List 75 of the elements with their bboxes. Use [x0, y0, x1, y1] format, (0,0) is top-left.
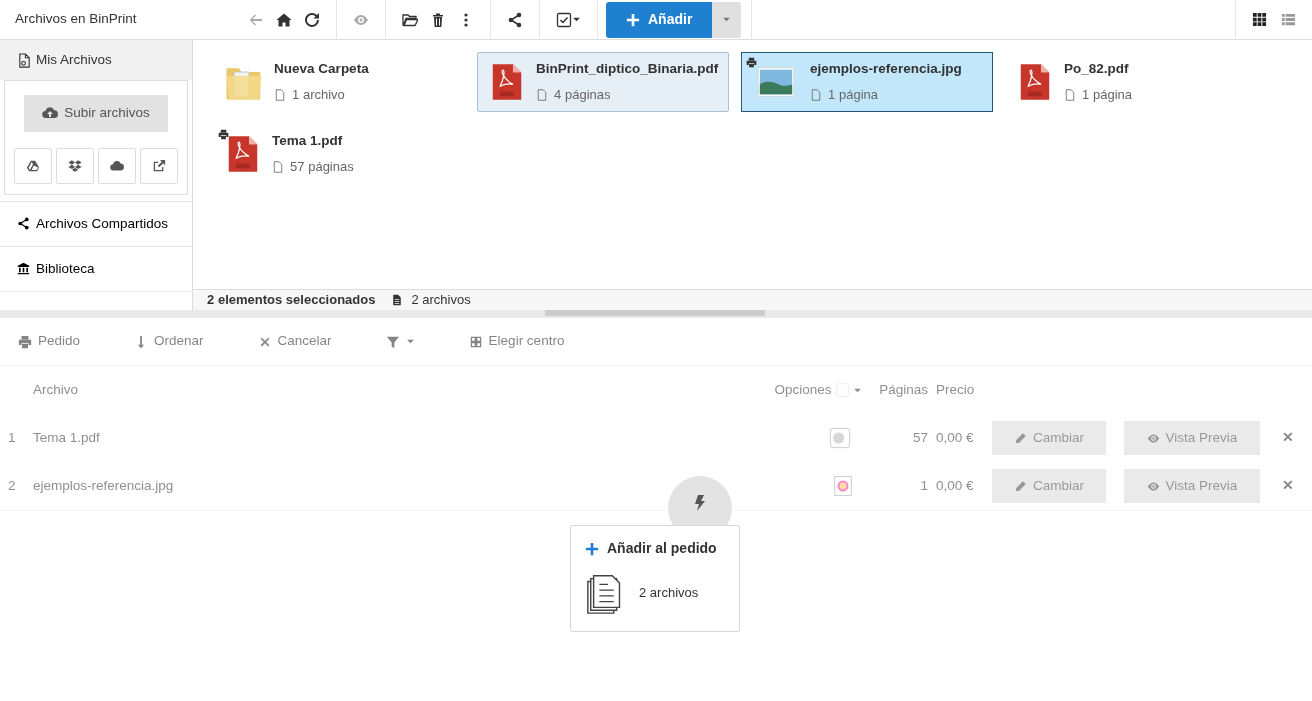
pencil-icon — [1014, 479, 1027, 493]
selection-count: 2 elementos seleccionados — [207, 291, 376, 310]
dropbox-icon — [68, 158, 83, 173]
triangle-icon — [26, 158, 41, 173]
file-name: ejemplos-referencia.jpg — [33, 476, 175, 495]
page-icon — [536, 88, 549, 103]
trash-icon — [430, 11, 446, 28]
checkbox-icon — [556, 11, 572, 28]
file-name: ejemplos-referencia.jpg — [810, 60, 962, 79]
file-item[interactable]: BinPrint_diptico_Binaria.pdf 4 páginas — [477, 52, 730, 112]
share-icon — [17, 217, 30, 231]
column-header: Opciones — [774, 380, 832, 399]
cloud-icon — [110, 158, 125, 173]
color-print-icon — [832, 473, 854, 499]
eye-icon — [1146, 479, 1160, 493]
folder-icon — [402, 11, 418, 28]
file-item[interactable]: Tema 1.pdf 57 páginas — [213, 124, 466, 184]
column-header: Precio — [936, 380, 976, 399]
scrollbar-thumb[interactable] — [545, 310, 765, 316]
file-item[interactable]: ejemplos-referencia.jpg 1 página — [741, 52, 994, 112]
upload-button[interactable]: Subir archivos — [24, 95, 168, 132]
page-count: 1 página — [1082, 86, 1132, 105]
home-icon — [276, 11, 292, 28]
document-icon — [391, 293, 404, 307]
list-icon — [1281, 12, 1296, 27]
file-name: Tema 1.pdf — [33, 428, 101, 447]
refresh-icon — [304, 11, 320, 28]
page-icon — [272, 160, 285, 175]
page-count: 1 archivo — [292, 86, 345, 105]
eye-icon — [1146, 431, 1160, 445]
file-name: Tema 1.pdf — [272, 132, 344, 151]
printer-icon — [18, 334, 32, 349]
page-count: 57 — [911, 428, 929, 447]
page-count: 57 páginas — [290, 158, 354, 177]
column-header: Archivo — [33, 380, 79, 399]
caret-icon — [405, 337, 415, 346]
files-icon — [17, 52, 32, 68]
page-count: 4 páginas — [554, 86, 611, 105]
app-title: Archivos en BinPrint — [14, 10, 138, 29]
cloud-button[interactable] — [98, 147, 137, 184]
file-name: Po_82.pdf — [1064, 60, 1130, 79]
column-header: Páginas — [878, 380, 929, 399]
caret-icon — [722, 15, 732, 24]
file-item[interactable]: Po_82.pdf 1 página — [1005, 52, 1258, 112]
page-count: 1 página — [828, 86, 878, 105]
external-link-icon — [152, 158, 167, 173]
page-count: 1 — [919, 476, 929, 495]
bank-icon — [17, 262, 30, 276]
building-icon — [468, 334, 483, 349]
file-count: 2 archivos — [411, 291, 471, 310]
page-icon — [810, 88, 823, 103]
grid-icon — [1252, 12, 1267, 27]
dropbox-button[interactable] — [56, 147, 95, 184]
pencil-icon — [1014, 431, 1027, 445]
my-files-header[interactable]: Mis Archivos — [0, 40, 193, 81]
file-name: Nueva Carpeta — [274, 60, 369, 79]
caret-icon — [572, 15, 581, 24]
price: 0,00 € — [936, 428, 975, 447]
filter-icon — [385, 334, 400, 349]
triangle-button[interactable] — [14, 147, 53, 184]
add-button[interactable]: Añadir — [606, 1, 713, 38]
row-number: 1 — [7, 428, 17, 447]
row-number: 2 — [7, 476, 17, 495]
external-link-button[interactable] — [140, 147, 179, 184]
price: 0,00 € — [936, 476, 975, 495]
file-item[interactable]: Nueva Carpeta 1 archivo — [213, 52, 466, 112]
plus-icon — [585, 541, 599, 556]
page-icon — [274, 88, 287, 103]
page-icon — [1064, 88, 1077, 103]
add-to-order-button[interactable]: Añadir al pedido — [585, 538, 717, 559]
share-icon — [507, 11, 523, 28]
file-count: 2 archivos — [639, 584, 699, 603]
lightning-icon — [692, 494, 708, 512]
plus-icon — [626, 12, 640, 27]
file-name: BinPrint_diptico_Binaria.pdf — [536, 60, 719, 79]
